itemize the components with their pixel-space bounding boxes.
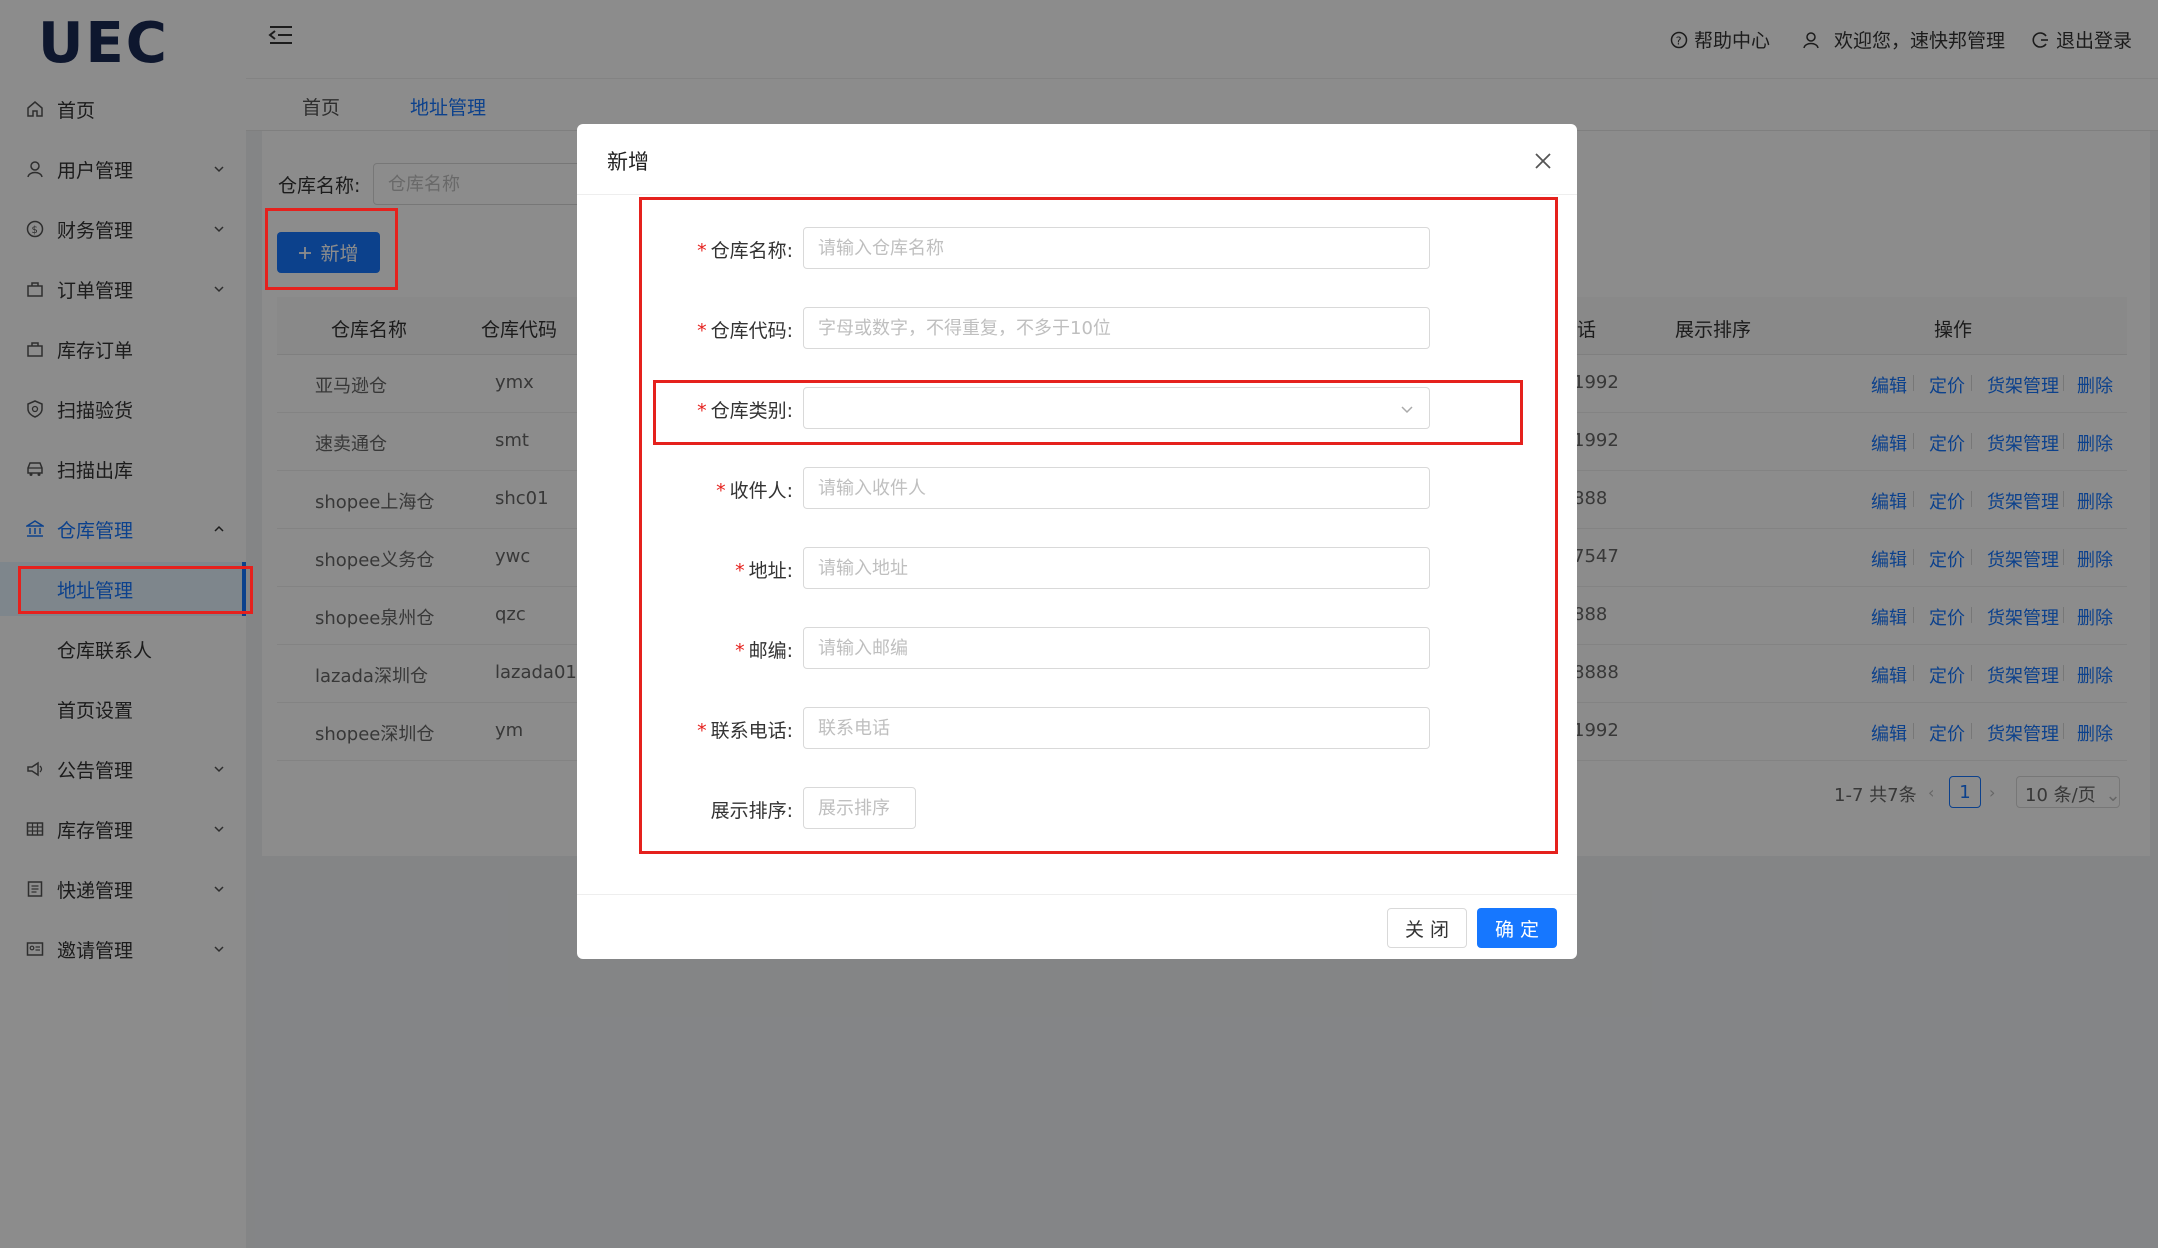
warehouse-code-input[interactable] [803, 307, 1430, 349]
close-icon[interactable] [1532, 150, 1554, 172]
form-label-address: * 地址: [735, 560, 793, 582]
form-row-display-sort: 展示排序: [577, 787, 1577, 829]
modal-title: 新增 [607, 150, 649, 174]
form-row-warehouse-code: * 仓库代码: [577, 307, 1577, 349]
form-label-phone: * 联系电话: [697, 720, 793, 742]
form-label-warehouse-code: * 仓库代码: [697, 320, 793, 342]
form-label-zip: * 邮编: [735, 640, 793, 662]
chevron-down-icon [1401, 406, 1413, 414]
form-row-zip: * 邮编: [577, 627, 1577, 669]
address-input[interactable] [803, 547, 1430, 589]
modal-header-divider [577, 194, 1577, 195]
close-button[interactable]: 关 闭 [1387, 908, 1467, 948]
modal-footer-divider [577, 894, 1577, 895]
warehouse-name-input[interactable] [803, 227, 1430, 269]
form-label-warehouse-name: * 仓库名称: [697, 240, 793, 262]
form-label-receiver: * 收件人: [716, 480, 793, 502]
display-sort-input[interactable] [803, 787, 916, 829]
form-row-receiver: * 收件人: [577, 467, 1577, 509]
form-row-address: * 地址: [577, 547, 1577, 589]
receiver-input[interactable] [803, 467, 1430, 509]
warehouse-category-select[interactable] [803, 387, 1430, 429]
phone-input[interactable] [803, 707, 1430, 749]
add-warehouse-modal: 新增 *仓库名称: *仓库代码: *仓库类别: *收件人: *地址: *邮编: … [577, 124, 1577, 959]
form-row-warehouse-name: * 仓库名称: [577, 227, 1577, 269]
confirm-button[interactable]: 确 定 [1477, 908, 1557, 948]
form-row-warehouse-category: * 仓库类别: [577, 387, 1577, 429]
form-row-phone: * 联系电话: [577, 707, 1577, 749]
zip-input[interactable] [803, 627, 1430, 669]
form-label-warehouse-category: * 仓库类别: [697, 400, 793, 422]
form-label-display-sort: 展示排序: [710, 800, 793, 822]
